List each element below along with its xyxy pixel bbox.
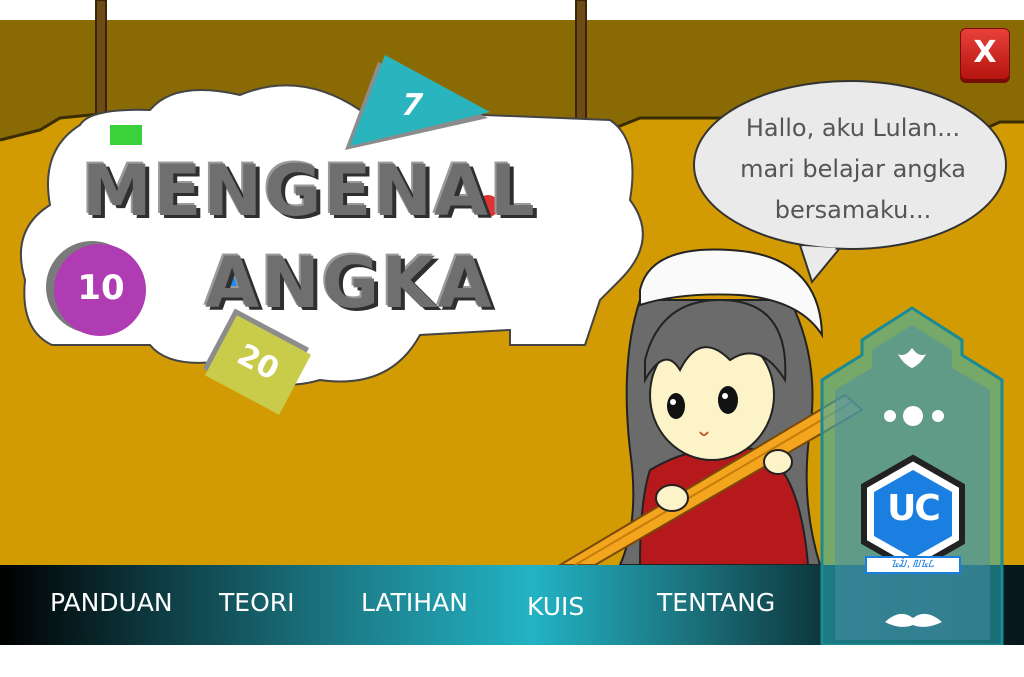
close-button[interactable]: X	[960, 28, 1010, 80]
game-screen: MENGENAL ANGKA 10 7 20 Hallo, aku Lulan.…	[0, 0, 1024, 677]
logo-text: UC	[887, 488, 941, 529]
bottom-margin	[0, 645, 1024, 677]
logo-caption: ᮅᮎᮤ, ᮜᮅᮄ	[891, 559, 935, 570]
logo-tower	[820, 306, 1004, 647]
